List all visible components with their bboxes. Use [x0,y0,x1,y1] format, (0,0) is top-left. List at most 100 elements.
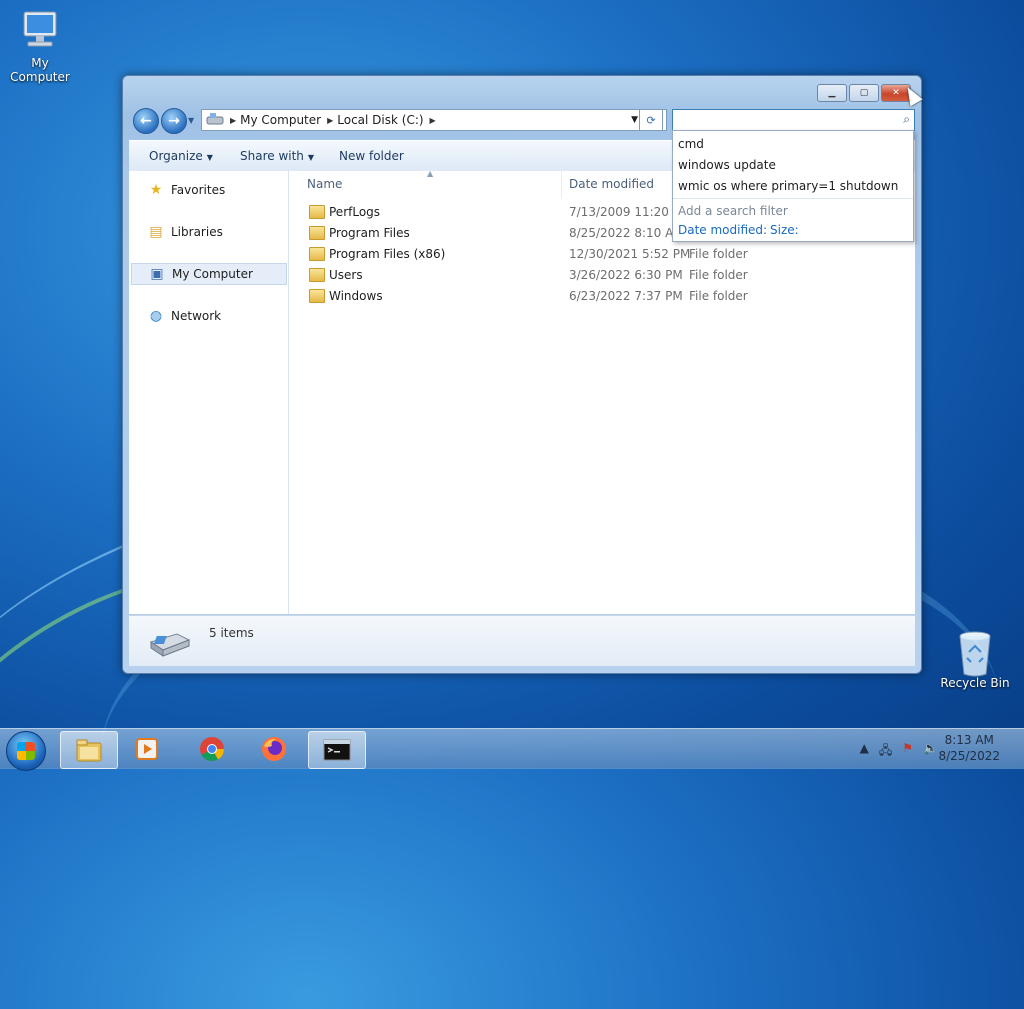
column-divider[interactable] [561,171,562,199]
recycle-bin-icon [953,630,997,677]
system-tray: ▲ 🖧 ⚑ 🔈 [860,741,938,762]
column-header-date-modified[interactable]: Date modified [569,177,654,191]
taskbar: ▲ 🖧 ⚑ 🔈 8:13 AM 8/25/2022 [0,728,1024,771]
chevron-down-icon: ▼ [206,153,213,162]
share-with-menu[interactable]: Share with ▼ [240,149,314,163]
chevron-down-icon: ▼ [307,153,315,162]
search-icon[interactable]: ⌕ [903,112,910,127]
address-bar[interactable]: ▶ My Computer ▶ Local Disk (C:) ▶ ▼ [201,109,667,131]
desktop-icon-my-computer[interactable]: My Computer [0,10,80,84]
file-type: File folder [689,289,748,303]
address-dropdown-icon[interactable]: ▼ [631,115,638,125]
chevron-right-icon[interactable]: ▶ [327,116,333,125]
back-button[interactable]: ← [133,108,159,134]
organize-label: Organize [149,149,203,163]
action-center-flag-icon[interactable]: ⚑ [902,741,913,762]
table-row[interactable]: Program Files (x86) 12/30/2021 5:52 PM F… [299,244,909,264]
filter-size[interactable]: Size: [770,223,799,237]
hard-drive-icon [147,630,191,658]
terminal-icon [323,739,351,761]
library-icon: ▤ [149,224,163,240]
desktop-icon-recycle-bin[interactable]: Recycle Bin [935,630,1015,690]
clock-date: 8/25/2022 [938,749,1000,763]
star-icon: ★ [149,182,163,198]
chevron-right-icon[interactable]: ▶ [430,116,436,125]
nav-label: Libraries [171,225,223,239]
show-hidden-icons-icon[interactable]: ▲ [860,741,869,762]
taskbar-chrome[interactable] [184,731,240,767]
folder-icon [309,226,325,240]
windows-logo-icon [17,742,35,760]
computer-icon: ▣ [150,266,164,282]
file-name: Windows [329,289,383,303]
navigation-pane: ★ Favorites ▤ Libraries ▣ My Computer ◍ … [129,171,289,614]
share-with-label: Share with [240,149,304,163]
nav-item-libraries[interactable]: ▤ Libraries [131,222,285,242]
network-icon: ◍ [149,308,163,324]
nav-item-my-computer[interactable]: ▣ My Computer [131,263,287,285]
file-name: PerfLogs [329,205,381,219]
file-date: 8/25/2022 8:10 AM [569,226,684,240]
folder-icon [309,289,325,303]
desktop-icon-label: My Computer [10,56,70,84]
breadcrumb-local-disk[interactable]: Local Disk (C:) [337,113,423,127]
divider [673,198,913,199]
folder-icon [309,247,325,261]
chevron-right-icon[interactable]: ▶ [230,116,236,125]
start-button[interactable] [6,731,46,771]
file-name: Program Files [329,226,410,240]
refresh-button[interactable]: ⟳ [639,109,663,131]
column-header-name[interactable]: Name [307,177,342,191]
clock[interactable]: 8:13 AM 8/25/2022 [938,733,1000,763]
new-folder-label: New folder [339,149,404,163]
nav-label: My Computer [172,267,253,281]
search-suggestions: cmd windows update wmic os where primary… [672,130,914,242]
file-name: Users [329,268,363,282]
taskbar-media-player[interactable] [120,731,176,767]
nav-item-network[interactable]: ◍ Network [131,306,285,326]
folder-icon [76,739,102,762]
maximize-button[interactable]: ▢ [849,84,879,102]
organize-menu[interactable]: Organize ▼ [149,149,213,163]
taskbar-command-prompt[interactable] [308,731,366,769]
suggestion-item[interactable]: wmic os where primary=1 shutdown [678,179,898,193]
filter-date-modified[interactable]: Date modified: [678,223,767,237]
nav-label: Favorites [171,183,226,197]
table-row[interactable]: Users 3/26/2022 6:30 PM File folder [299,265,909,285]
new-folder-button[interactable]: New folder [339,149,404,163]
search-input[interactable]: ⌕ [672,109,915,131]
file-date: 12/30/2021 5:52 PM [569,247,691,261]
network-status-icon[interactable]: 🖧 [879,741,892,762]
file-date: 3/26/2022 6:30 PM [569,268,683,282]
details-pane: 5 items [129,615,915,666]
suggestion-item[interactable]: windows update [678,158,776,172]
taskbar-firefox[interactable] [246,731,302,767]
forward-button[interactable]: → [161,108,187,134]
sort-ascending-icon: ▲ [427,169,434,178]
file-date: 6/23/2022 7:37 PM [569,289,683,303]
search-filter-hint: Add a search filter [678,204,788,218]
column-date-label: Date modified [569,177,655,191]
nav-label: Network [171,309,222,323]
table-row[interactable]: Windows 6/23/2022 7:37 PM File folder [299,286,909,306]
clock-time: 8:13 AM [944,733,994,747]
media-player-icon [136,738,158,760]
caption-buttons: ▁ ▢ ✕ [817,84,911,102]
folder-icon [309,268,325,282]
folder-icon [309,205,325,219]
volume-icon[interactable]: 🔈 [923,741,938,762]
recent-pages-dropdown[interactable]: ▼ [188,116,194,125]
file-type: File folder [689,268,748,282]
firefox-icon [262,737,286,761]
taskbar-explorer[interactable] [60,731,118,769]
column-name-label: Name [307,177,343,191]
item-count: 5 items [209,626,254,640]
nav-item-favorites[interactable]: ★ Favorites [131,180,285,200]
suggestion-item[interactable]: cmd [678,137,704,151]
drive-icon [206,112,224,129]
breadcrumb-my-computer[interactable]: My Computer [240,113,321,127]
minimize-button[interactable]: ▁ [817,84,847,102]
file-type: File folder [689,247,748,261]
chrome-icon [200,737,224,762]
computer-icon [18,10,62,52]
